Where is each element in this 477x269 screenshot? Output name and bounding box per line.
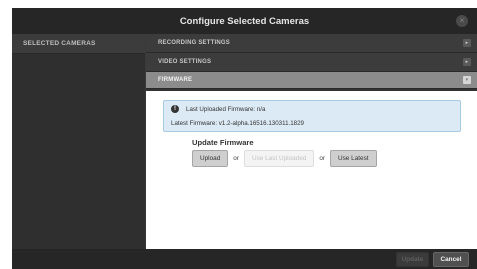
dialog-title-bar: Configure Selected Cameras ×: [12, 8, 477, 34]
firmware-panel: ! Last Uploaded Firmware: n/a Latest Fir…: [146, 91, 477, 249]
chevron-down-icon[interactable]: ▾: [463, 76, 471, 84]
section-label: VIDEO SETTINGS: [158, 59, 212, 65]
selected-cameras-header: SELECTED CAMERAS: [12, 34, 145, 54]
use-latest-button[interactable]: Use Latest: [330, 149, 377, 167]
or-separator: or: [319, 154, 325, 162]
settings-panel: RECORDING SETTINGS ▸ VIDEO SETTINGS ▸ FI…: [146, 34, 477, 249]
firmware-info-box: ! Last Uploaded Firmware: n/a Latest Fir…: [163, 100, 461, 132]
dialog-title: Configure Selected Cameras: [179, 15, 310, 27]
selected-cameras-panel: SELECTED CAMERAS: [12, 34, 146, 249]
cancel-button[interactable]: Cancel: [433, 252, 469, 267]
info-icon: !: [171, 105, 179, 113]
section-firmware[interactable]: FIRMWARE ▾: [146, 72, 477, 89]
last-uploaded-firmware: Last Uploaded Firmware: n/a: [186, 106, 266, 113]
update-button[interactable]: Update: [396, 252, 429, 267]
section-recording-settings[interactable]: RECORDING SETTINGS ▸: [146, 34, 477, 53]
configure-cameras-dialog: Configure Selected Cameras × SELECTED CA…: [12, 8, 477, 269]
section-label: FIRMWARE: [158, 77, 193, 83]
chevron-right-icon[interactable]: ▸: [463, 58, 471, 66]
update-firmware-heading: Update Firmware: [192, 138, 254, 147]
update-firmware-actions: Upload or Use Last Uploaded or Use Lates…: [192, 149, 377, 167]
latest-firmware: Latest Firmware: v1.2-alpha.16516.130311…: [171, 120, 305, 127]
close-icon[interactable]: ×: [456, 15, 468, 27]
chevron-right-icon[interactable]: ▸: [463, 39, 471, 47]
or-separator: or: [233, 154, 239, 162]
use-last-uploaded-button[interactable]: Use Last Uploaded: [243, 149, 315, 167]
section-video-settings[interactable]: VIDEO SETTINGS ▸: [146, 53, 477, 72]
section-label: RECORDING SETTINGS: [158, 40, 230, 46]
upload-button[interactable]: Upload: [192, 149, 229, 167]
dialog-footer: Update Cancel: [12, 249, 477, 269]
